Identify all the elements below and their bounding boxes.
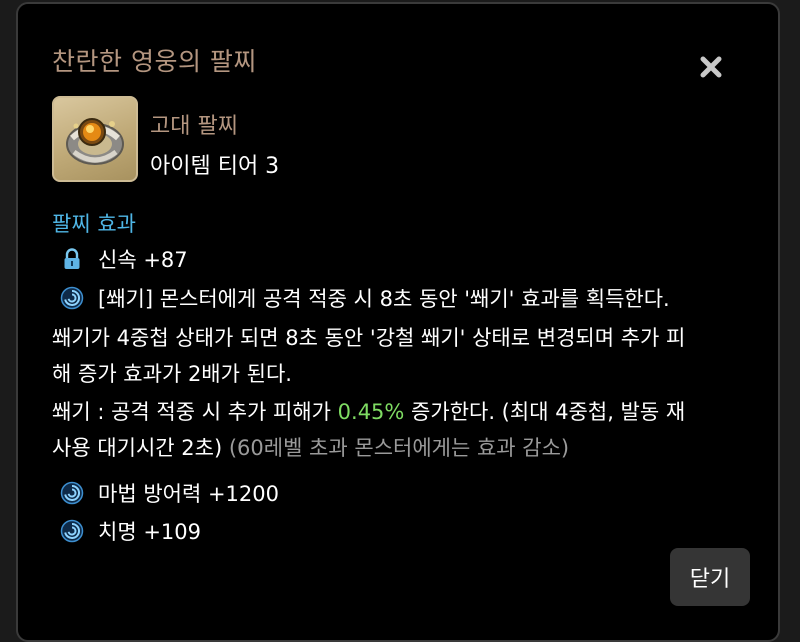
item-tier: 아이템 티어 3 xyxy=(150,154,280,179)
item-tooltip-dialog: 찬란한 영웅의 팔찌 고대 팔찌 아이템 티어 3 팔찌 효과 신속 +87 [… xyxy=(16,2,780,642)
stat-swiftness-label: 신속 +87 xyxy=(98,248,188,272)
swaegi-level-note: (60레벨 초과 몬스터에게는 효과 감소) xyxy=(228,436,570,460)
close-button[interactable]: 닫기 xyxy=(670,548,750,606)
stat-magic-defense: 마법 방어력 +1200 xyxy=(60,478,279,508)
swaegi-line-5: 사용 대기시간 2초) (60레벨 초과 몬스터에게는 효과 감소) xyxy=(52,430,752,466)
swirl-icon xyxy=(60,519,84,543)
item-grade: 고대 팔찌 xyxy=(150,114,238,139)
swaegi-damage-value: 0.45% xyxy=(337,400,405,424)
swaegi-line-3: 해 증가 효과가 2배가 된다. xyxy=(52,362,292,386)
bracelet-icon xyxy=(52,96,138,182)
stat-crit-label: 치명 +109 xyxy=(98,520,201,544)
swaegi-line-1: [쐐기] 몬스터에게 공격 적중 시 8초 동안 '쐐기' 효과를 획득한다. xyxy=(60,283,670,313)
bracelet-effects-heading: 팔찌 효과 xyxy=(52,212,136,236)
lock-icon xyxy=(60,247,84,271)
stat-magic-defense-label: 마법 방어력 +1200 xyxy=(98,482,279,506)
stat-swiftness: 신속 +87 xyxy=(60,244,188,274)
swaegi-line-5-pre: 사용 대기시간 2초) xyxy=(52,436,229,460)
close-x-icon[interactable] xyxy=(694,50,728,84)
swirl-icon xyxy=(60,481,84,505)
swaegi-line-4-post: 증가한다. (최대 4중첩, 발동 재 xyxy=(404,400,686,424)
swaegi-line-2: 쐐기가 4중첩 상태가 되면 8초 동안 '강철 쐐기' 상태로 변경되며 추가… xyxy=(52,326,686,350)
swaegi-line-1-text: [쐐기] 몬스터에게 공격 적중 시 8초 동안 '쐐기' 효과를 획득한다. xyxy=(98,287,670,311)
swaegi-line-4-pre: 쐐기 : 공격 적중 시 추가 피해가 xyxy=(52,400,338,424)
stat-crit: 치명 +109 xyxy=(60,516,201,546)
swirl-icon xyxy=(60,286,84,310)
swaegi-line-4: 쐐기 : 공격 적중 시 추가 피해가 0.45% 증가한다. (최대 4중첩,… xyxy=(52,394,752,430)
item-name-title: 찬란한 영웅의 팔찌 xyxy=(52,47,257,76)
